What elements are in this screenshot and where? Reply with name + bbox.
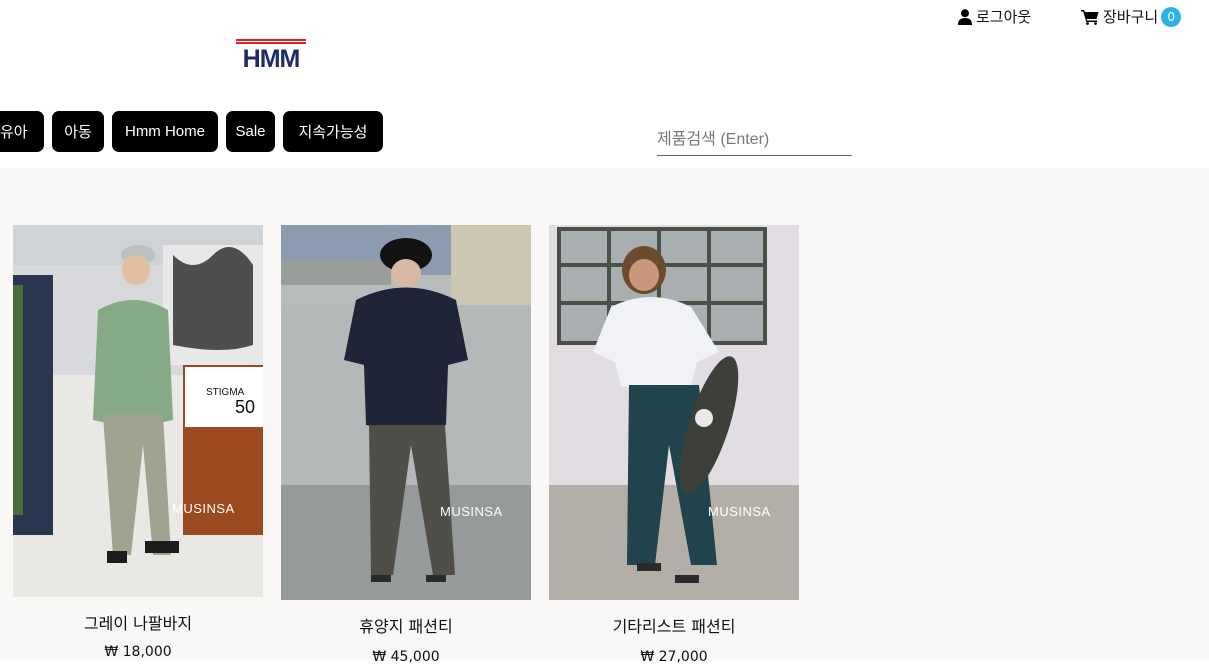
sign-percent: 50 [235,397,255,417]
photo-watermark: MUSINSA [708,504,771,519]
product-list-area: STIGMA 50 MUSINSA 그레이 나팔바지 ₩ 18,000 MUSI… [0,168,1209,665]
nav-item-label: Hmm Home [124,123,205,140]
logout-label: 로그아웃 [976,8,1032,26]
product-price: ₩ 45,000 [372,649,440,665]
cart-label: 장바구니 [1103,8,1159,26]
product-price: ₩ 18,000 [104,644,172,660]
site-header: HMM 로그아웃 장바구니 0 유아 아동 Hmm Home Sale 지속가능… [0,0,1209,168]
user-icon [958,8,972,25]
nav-item-kids[interactable]: 아동 [52,111,104,152]
product-image[interactable]: STIGMA 50 MUSINSA [13,225,263,597]
product-price: ₩ 27,000 [640,649,708,665]
product-name[interactable]: 기타리스트 패션티 [549,613,799,637]
nav-item-sustainability[interactable]: 지속가능성 [283,111,383,152]
nav-item-label: Sale [235,123,266,140]
product-image[interactable]: MUSINSA [281,225,531,600]
product-search-input[interactable] [657,124,852,156]
product-card[interactable]: MUSINSA 휴양지 패션티 ₩ 45,000 [281,225,531,665]
photo-watermark: MUSINSA [172,501,235,516]
nav-item-hmm-home[interactable]: Hmm Home [112,111,218,152]
product-image[interactable]: MUSINSA [549,225,799,600]
product-card[interactable]: STIGMA 50 MUSINSA 그레이 나팔바지 ₩ 18,000 [13,225,263,660]
photo-watermark: MUSINSA [440,504,503,519]
category-nav: 유아 아동 Hmm Home Sale 지속가능성 [0,111,391,152]
logo-text: HMM [243,45,300,70]
nav-item-label: 아동 [64,124,92,141]
product-name[interactable]: 그레이 나팔바지 [13,610,263,634]
nav-item-label: 지속가능성 [298,124,368,141]
hmm-logo[interactable]: HMM [236,38,306,70]
cart-icon [1081,9,1099,25]
cart-count-badge: 0 [1161,6,1182,27]
logout-link[interactable]: 로그아웃 [958,6,1031,27]
nav-item-label: 유아 [0,124,28,141]
cart-link[interactable]: 장바구니 0 [1081,6,1182,27]
nav-item-sale[interactable]: Sale [226,111,275,152]
nav-item-infant[interactable]: 유아 [0,111,44,152]
product-name[interactable]: 휴양지 패션티 [281,613,531,637]
product-card[interactable]: MUSINSA 기타리스트 패션티 ₩ 27,000 [549,225,799,665]
